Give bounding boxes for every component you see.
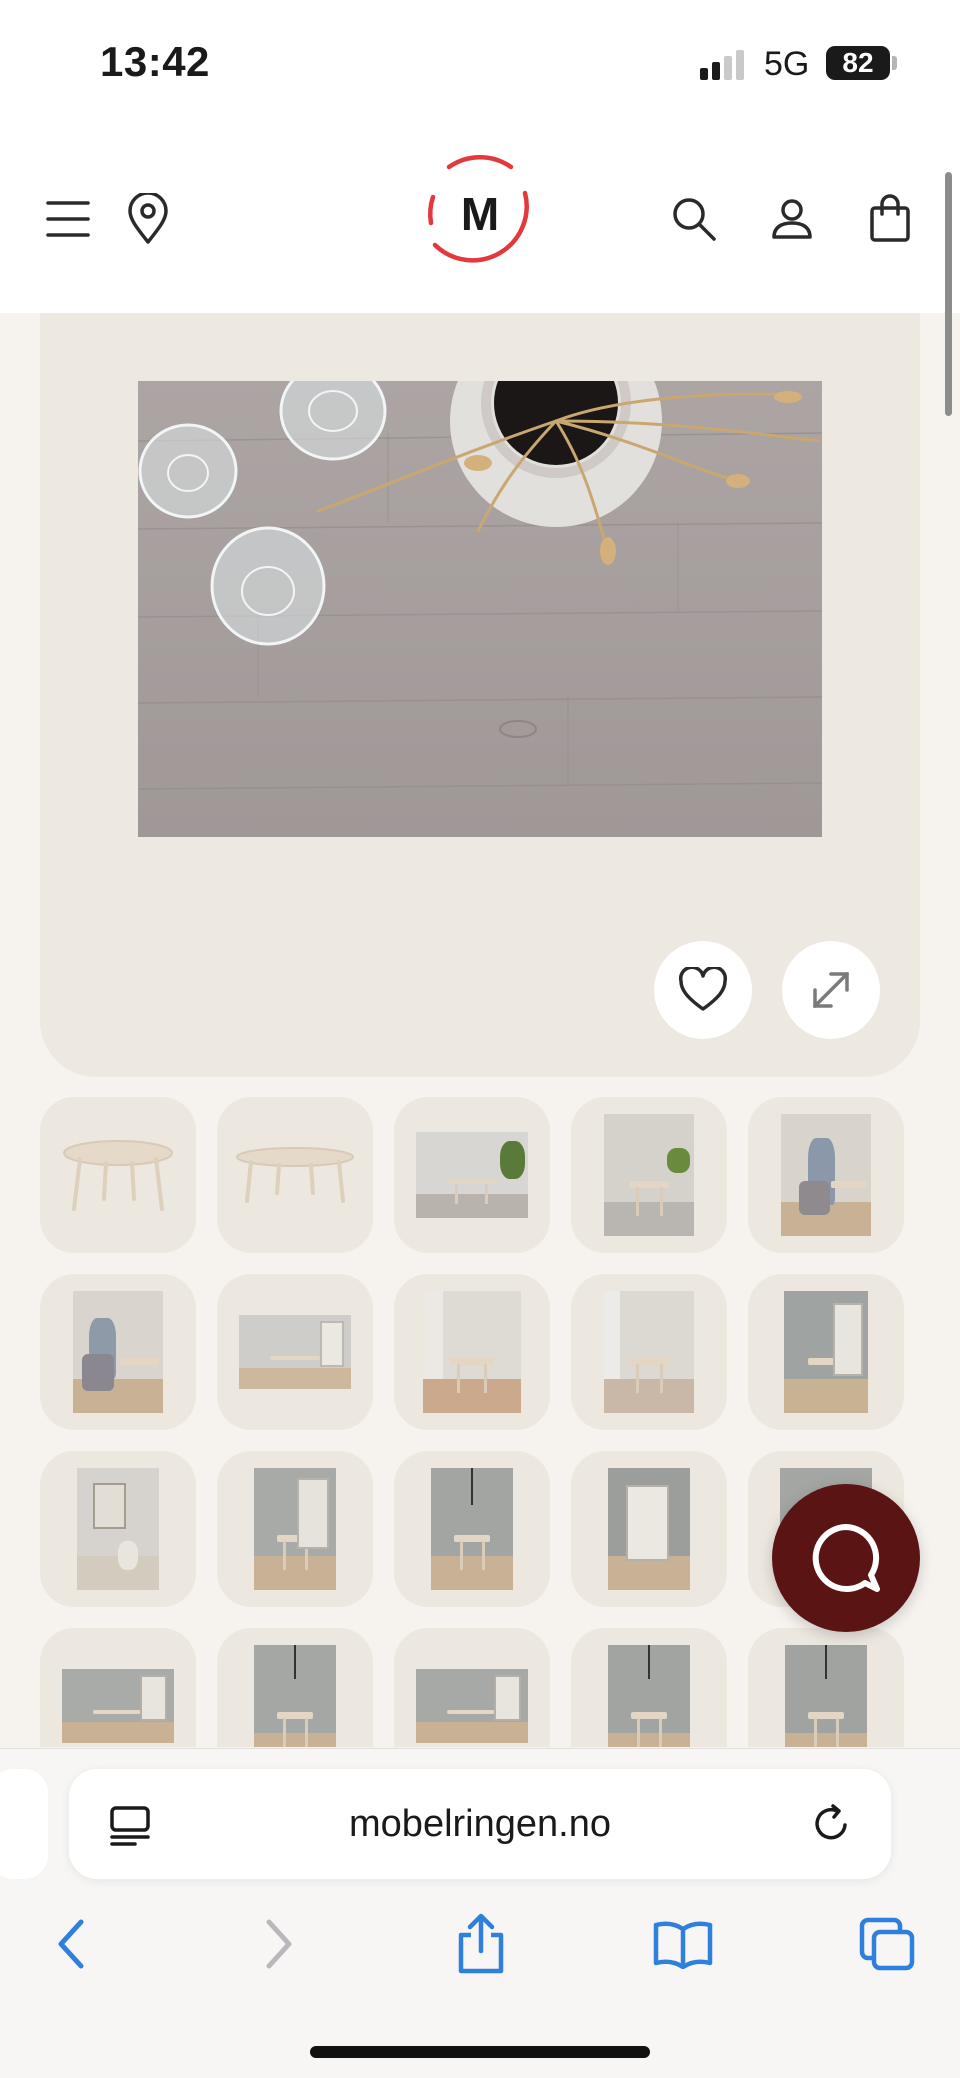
thumbnail-10[interactable] bbox=[748, 1274, 904, 1430]
thumbnail-9[interactable] bbox=[571, 1274, 727, 1430]
menu-icon[interactable] bbox=[36, 187, 100, 251]
reload-icon[interactable] bbox=[811, 1803, 853, 1850]
thumbnail-16[interactable] bbox=[40, 1628, 196, 1747]
location-pin-icon[interactable] bbox=[116, 187, 180, 251]
thumbnail-20[interactable] bbox=[748, 1628, 904, 1747]
thumbnail-6[interactable] bbox=[40, 1274, 196, 1430]
thumbnail-11[interactable] bbox=[40, 1451, 196, 1607]
address-bar[interactable]: mobelringen.no bbox=[69, 1769, 891, 1879]
url-text: mobelringen.no bbox=[349, 1803, 611, 1845]
thumbnail-14[interactable] bbox=[571, 1451, 727, 1607]
thumbnail-7[interactable] bbox=[217, 1274, 373, 1430]
tabs-icon[interactable] bbox=[852, 1909, 922, 1979]
thumbnail-17[interactable] bbox=[217, 1628, 373, 1747]
main-product-image[interactable] bbox=[138, 381, 822, 837]
battery-tip bbox=[892, 56, 897, 70]
bookmarks-icon[interactable] bbox=[648, 1909, 718, 1979]
shopping-bag-icon[interactable] bbox=[858, 187, 922, 251]
brand-logo[interactable]: M bbox=[419, 153, 541, 275]
chat-button[interactable] bbox=[772, 1484, 920, 1632]
thumbnail-2[interactable] bbox=[217, 1097, 373, 1253]
expand-icon bbox=[813, 972, 849, 1008]
thumbnail-3[interactable] bbox=[394, 1097, 550, 1253]
share-icon[interactable] bbox=[446, 1909, 516, 1979]
heart-icon bbox=[678, 967, 728, 1011]
favorite-button[interactable] bbox=[654, 941, 752, 1039]
thumbnail-5[interactable] bbox=[748, 1097, 904, 1253]
site-header: M bbox=[0, 125, 960, 313]
thumbnail-8[interactable] bbox=[394, 1274, 550, 1430]
signal-icon bbox=[700, 50, 750, 80]
search-icon[interactable] bbox=[662, 187, 726, 251]
previous-tab-preview[interactable] bbox=[0, 1769, 48, 1879]
thumbnail-13[interactable] bbox=[394, 1451, 550, 1607]
home-indicator bbox=[310, 2046, 650, 2058]
page-scrollbar[interactable] bbox=[945, 172, 952, 416]
network-label: 5G bbox=[764, 45, 810, 83]
thumbnail-1[interactable] bbox=[40, 1097, 196, 1253]
status-bar: 13:42 5G 82 bbox=[0, 0, 960, 125]
browser-toolbar: mobelringen.no bbox=[0, 1748, 960, 2078]
product-image-card bbox=[40, 313, 920, 1077]
forward-icon[interactable] bbox=[244, 1909, 314, 1979]
thumbnail-4[interactable] bbox=[571, 1097, 727, 1253]
back-icon[interactable] bbox=[36, 1909, 106, 1979]
thumbnail-grid bbox=[40, 1097, 920, 1747]
thumbnail-18[interactable] bbox=[394, 1628, 550, 1747]
status-time: 13:42 bbox=[100, 38, 210, 85]
expand-button[interactable] bbox=[782, 941, 880, 1039]
battery-icon: 82 bbox=[826, 46, 890, 80]
logo-letter: M bbox=[460, 188, 500, 240]
user-icon[interactable] bbox=[760, 187, 824, 251]
chat-bubble-icon bbox=[812, 1524, 880, 1592]
thumbnail-12[interactable] bbox=[217, 1451, 373, 1607]
thumbnail-19[interactable] bbox=[571, 1628, 727, 1747]
